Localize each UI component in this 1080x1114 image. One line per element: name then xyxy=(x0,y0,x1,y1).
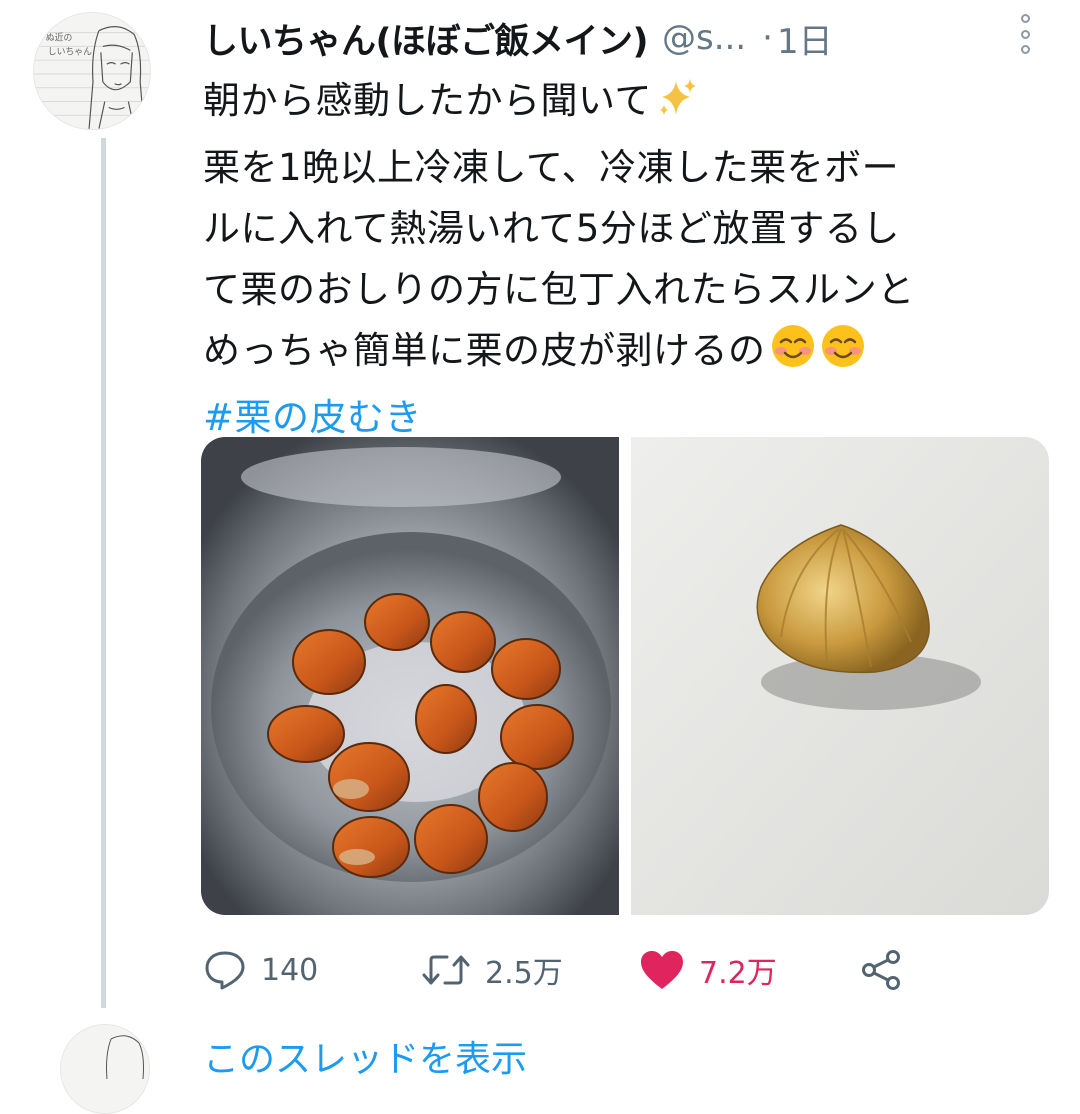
tweet-line-2: 栗を1晩以上冷凍して、冷凍した栗をボー xyxy=(203,146,900,189)
avatar-drawing: ぬ近の しいちゃん xyxy=(34,13,150,129)
tweet-line-1: 朝から感動したから聞いて xyxy=(203,70,1053,137)
tweet-line-5-text: めっちゃ簡単に栗の皮が剥けるの xyxy=(203,329,766,372)
tweet-line-4: て栗のおしりの方に包丁入れたらスルンと xyxy=(203,268,915,311)
separator: · xyxy=(762,18,773,58)
reply-count: 140 xyxy=(261,952,319,988)
display-name[interactable]: しいちゃん(ほぼご飯メイン) xyxy=(203,13,649,64)
retweet-button[interactable]: 2.5万 xyxy=(421,948,563,992)
tweet-line-5: めっちゃ簡単に栗の皮が剥けるの xyxy=(203,320,1053,387)
like-count: 7.2万 xyxy=(699,956,777,991)
retweet-icon xyxy=(421,950,471,990)
tweet-line-1-text: 朝から感動したから聞いて xyxy=(203,79,652,122)
sparkles-icon xyxy=(656,76,698,137)
photo-peeled-chestnut[interactable] xyxy=(631,437,1049,915)
avatar-drawing-small xyxy=(61,1025,149,1113)
media-grid xyxy=(201,437,1049,915)
smiling-face-icon xyxy=(770,323,816,387)
thread-line xyxy=(101,138,106,1008)
tweet-line-3: ルに入れて熱湯いれて5分ほど放置するし xyxy=(203,207,900,250)
more-icon[interactable] xyxy=(1017,14,1033,54)
reply-icon xyxy=(203,949,247,991)
timestamp[interactable]: 1日 xyxy=(777,14,833,63)
hashtag-link[interactable]: #栗の皮むき xyxy=(203,396,422,439)
tweet-text: 朝から感動したから聞いて 栗を1晩以上冷凍して、冷凍した栗をボー ルに入れて熱湯… xyxy=(203,70,1053,448)
smiling-face-icon xyxy=(820,323,866,387)
reply-button[interactable]: 140 xyxy=(203,949,318,991)
avatar[interactable]: ぬ近の しいちゃん xyxy=(33,12,151,130)
share-icon xyxy=(859,948,903,992)
tweet-actions: 140 2.5万 7.2万 xyxy=(203,940,963,1000)
retweet-count: 2.5万 xyxy=(485,956,563,991)
photo-chestnuts-in-bowl[interactable] xyxy=(201,437,619,915)
avatar[interactable] xyxy=(60,1024,150,1114)
show-thread-link[interactable]: このスレッドを表示 xyxy=(203,1030,527,1082)
like-button[interactable]: 7.2万 xyxy=(639,948,777,992)
tweet-header: しいちゃん(ほぼご飯メイン) @s... · 1日 xyxy=(203,8,1080,68)
user-handle[interactable]: @s... xyxy=(662,18,746,58)
avatar-text-2: しいちゃん xyxy=(48,46,92,57)
share-button[interactable] xyxy=(859,948,903,992)
heart-icon xyxy=(639,949,685,991)
avatar-text-1: ぬ近の xyxy=(46,32,73,44)
